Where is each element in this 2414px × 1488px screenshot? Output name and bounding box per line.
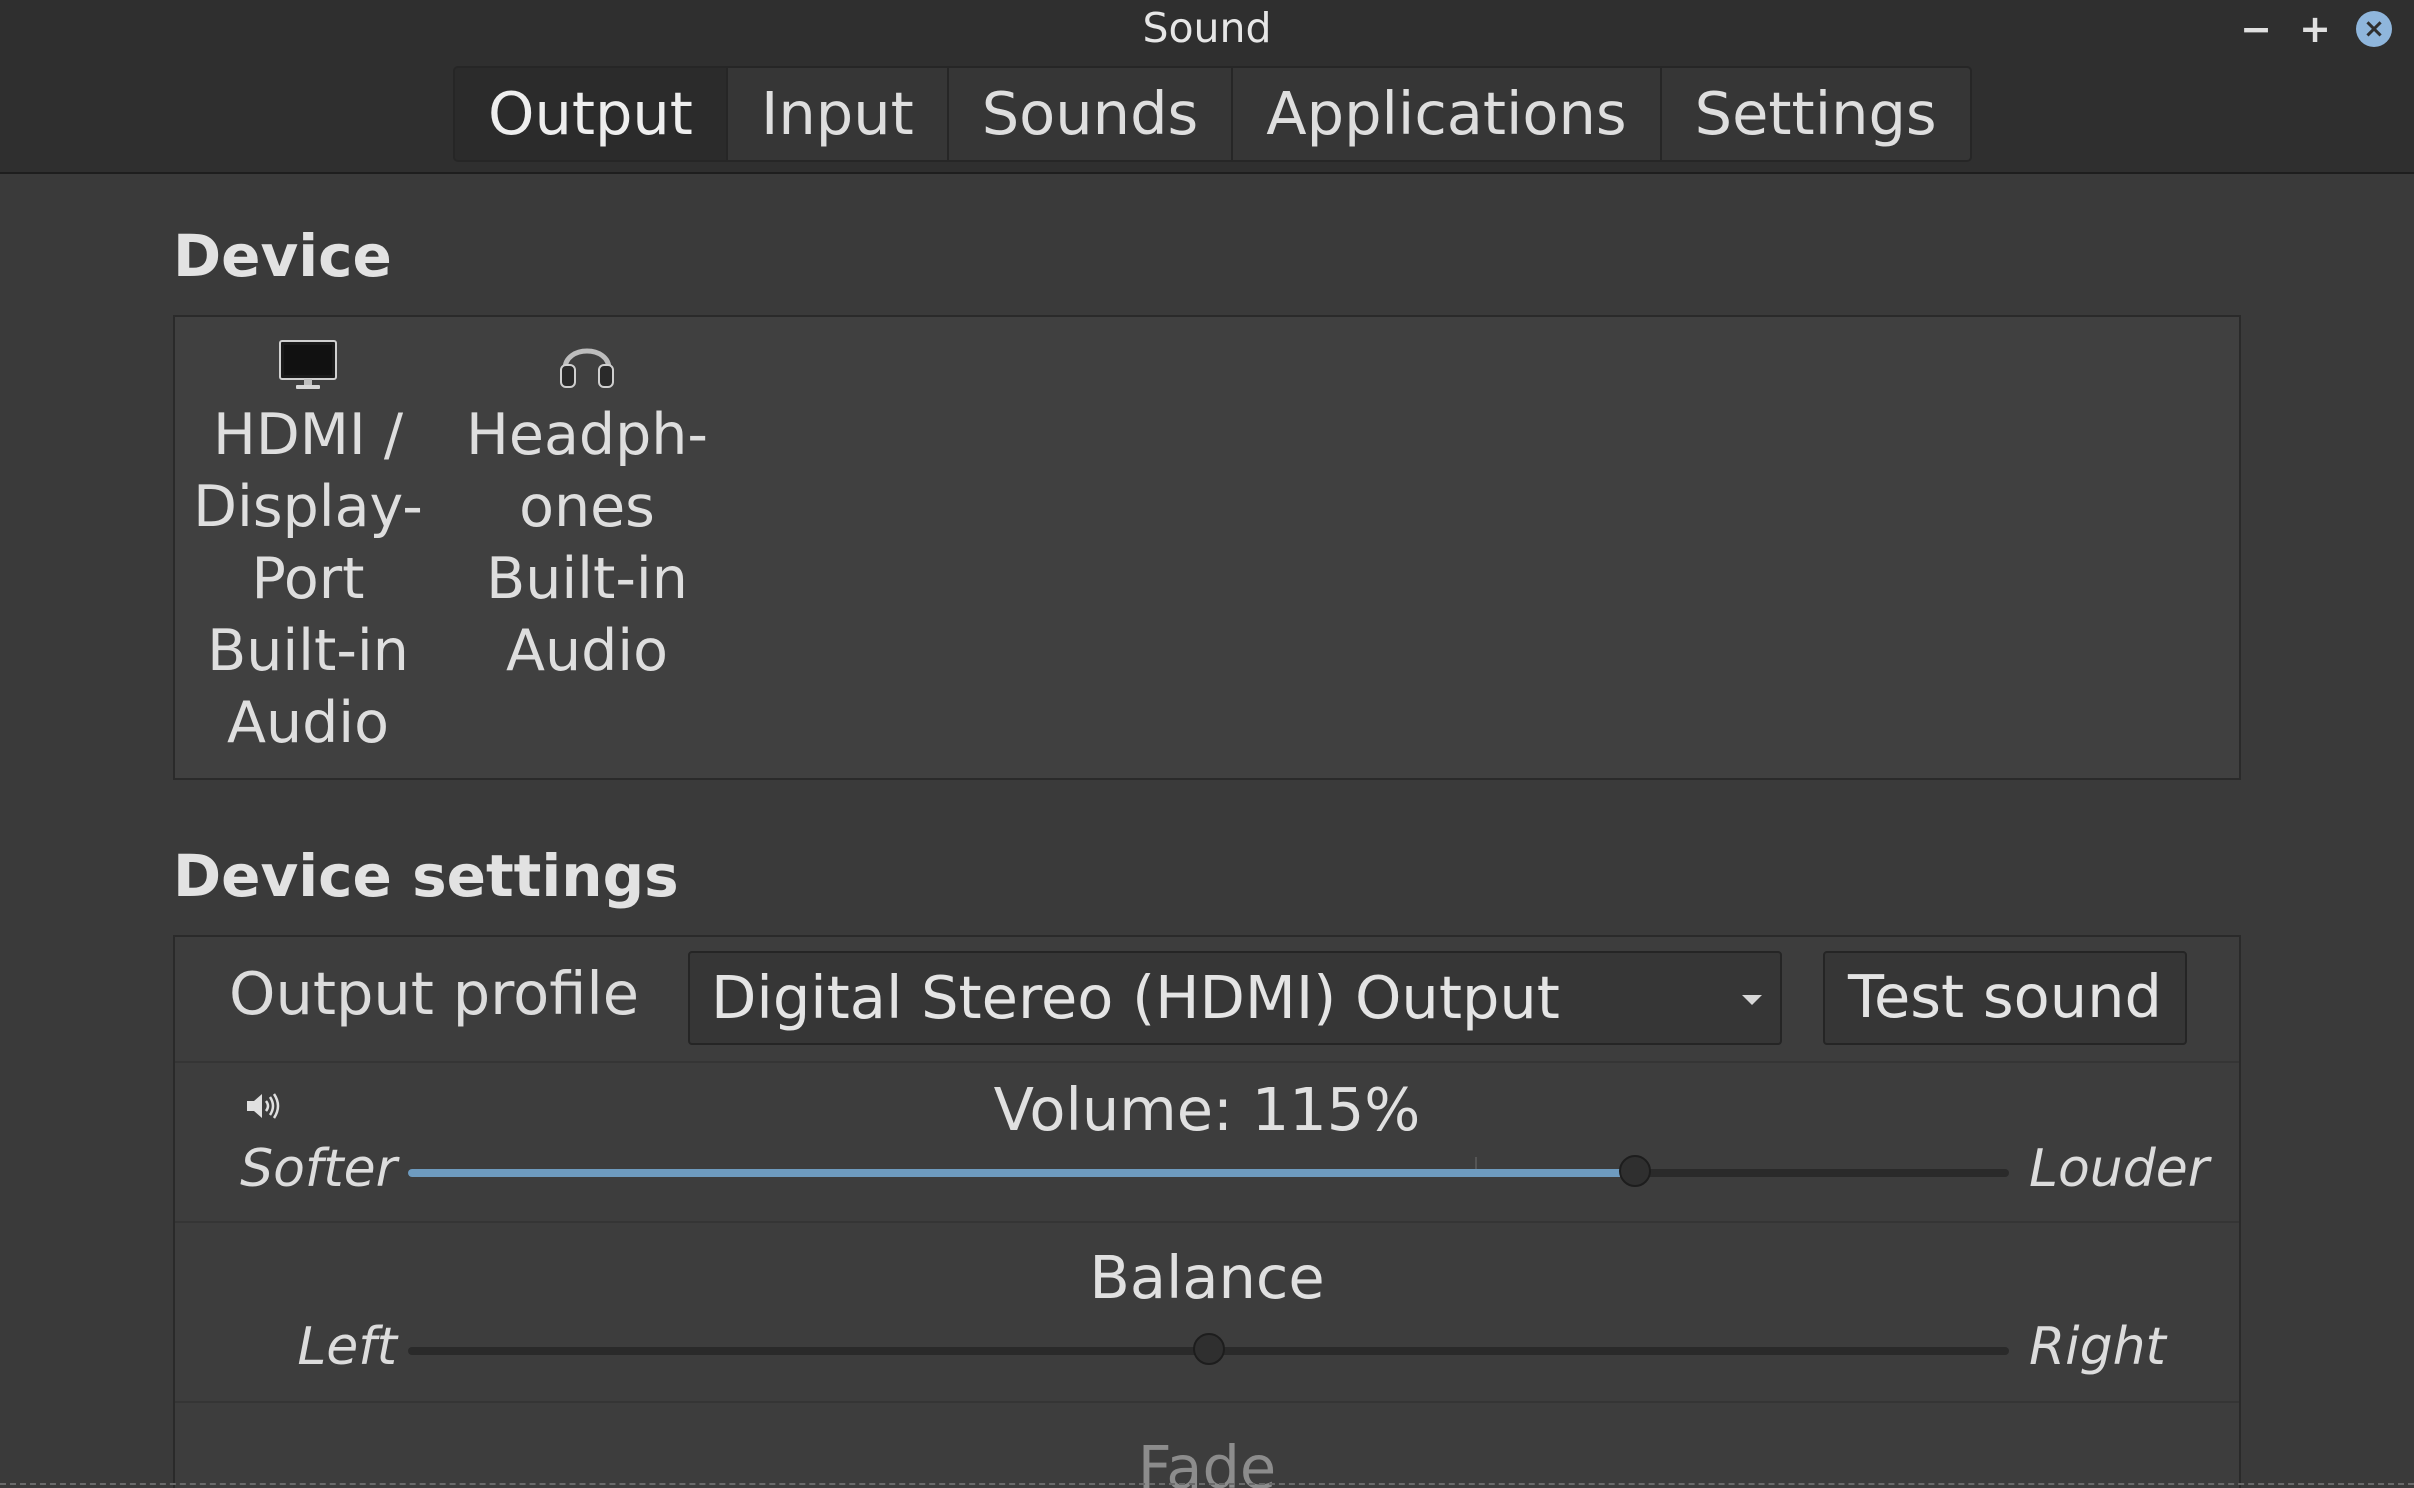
fade-title: Fade: [1137, 1433, 1277, 1488]
sound-window: Sound − + × Output Input Sounds Applicat…: [0, 0, 2414, 1488]
tab-applications[interactable]: Applications: [1233, 68, 1662, 160]
close-button[interactable]: ×: [2356, 11, 2392, 47]
test-sound-button[interactable]: Test sound: [1823, 951, 2187, 1045]
output-profile-value: Digital Stereo (HDMI) Output: [711, 963, 1560, 1032]
tab-output[interactable]: Output: [455, 68, 728, 160]
device-item-hdmi[interactable]: HDMI / Display- Port Built-in Audio: [178, 335, 438, 759]
volume-title: Volume: 115%: [993, 1075, 1421, 1144]
volume-slider-fill: [408, 1169, 1636, 1177]
header-bar: Sound − + × Output Input Sounds Applicat…: [0, 0, 2414, 174]
device-settings-title: Device settings: [173, 842, 679, 910]
tab-input[interactable]: Input: [727, 68, 949, 160]
volume-100-mark: [1475, 1157, 1478, 1169]
minimize-button[interactable]: −: [2237, 7, 2275, 51]
balance-title: Balance: [1089, 1243, 1325, 1312]
window-title: Sound: [1142, 4, 1272, 52]
output-profile-dropdown[interactable]: Digital Stereo (HDMI) Output: [688, 951, 1782, 1045]
volume-softer-label: Softer: [240, 1139, 397, 1199]
fade-row: Fade: [175, 1403, 2239, 1488]
headphones-icon: [457, 335, 717, 391]
volume-slider[interactable]: [408, 1155, 2009, 1187]
dropdown-arrow-icon: [1742, 995, 1762, 1005]
volume-slider-handle[interactable]: [1619, 1155, 1652, 1187]
device-item-headphones[interactable]: Headph- ones Built-in Audio: [457, 335, 717, 687]
tab-bar: Output Input Sounds Applications Setting…: [453, 66, 1972, 162]
balance-slider[interactable]: [408, 1333, 2009, 1365]
output-profile-label: Output profile: [229, 959, 640, 1028]
monitor-icon: [178, 335, 438, 391]
device-section-title: Device: [173, 222, 392, 290]
output-profile-row: Output profile Digital Stereo (HDMI) Out…: [175, 937, 2239, 1063]
maximize-button[interactable]: +: [2296, 7, 2334, 51]
balance-right-label: Right: [2029, 1317, 2166, 1377]
balance-row: Balance Left Right: [175, 1223, 2239, 1403]
volume-row: Volume: 115% Softer Louder: [175, 1063, 2239, 1223]
device-list: HDMI / Display- Port Built-in Audio Head…: [173, 315, 2241, 780]
volume-louder-label: Louder: [2029, 1139, 2210, 1199]
balance-slider-handle[interactable]: [1192, 1333, 1225, 1365]
tab-sounds[interactable]: Sounds: [948, 68, 1234, 160]
device-label-hdmi: HDMI / Display- Port Built-in Audio: [193, 402, 423, 756]
tab-settings[interactable]: Settings: [1661, 68, 1970, 160]
device-label-headphones: Headph- ones Built-in Audio: [466, 402, 708, 684]
balance-left-label: Left: [297, 1317, 397, 1377]
device-settings-panel: Output profile Digital Stereo (HDMI) Out…: [173, 935, 2241, 1488]
window-bottom-edge: [0, 1483, 2414, 1485]
